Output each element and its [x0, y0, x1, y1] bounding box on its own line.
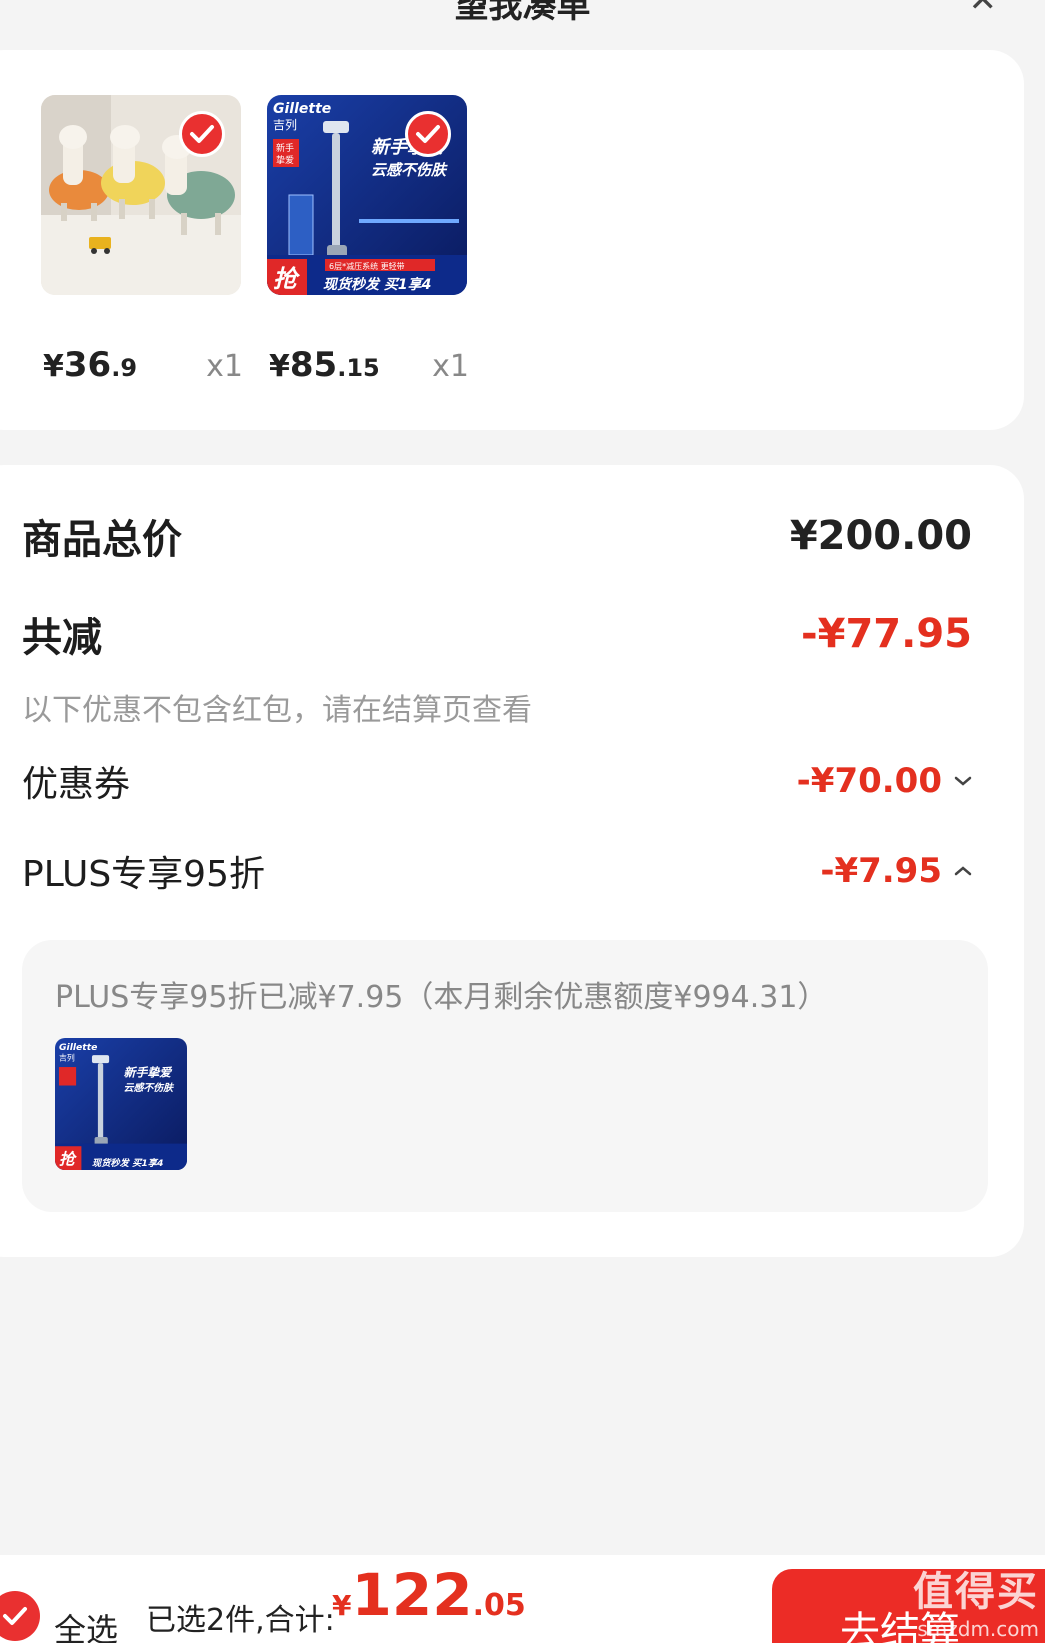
close-icon[interactable]: ✕: [969, 0, 998, 20]
product-item[interactable]: Gillette 吉列 新手 挚爱 新手挚爱 云感不伤肤 6层*减压系统 更轻带: [267, 95, 469, 385]
svg-text:6层*减压系统 更轻带: 6层*减压系统 更轻带: [329, 261, 405, 271]
plus-discount-row[interactable]: PLUS专享95折 -¥7.95: [22, 845, 972, 897]
checkmark-icon: [190, 125, 214, 143]
discount-note-row: 以下优惠不包含红包，请在结算页查看: [22, 685, 972, 729]
checkmark-icon: [416, 125, 440, 143]
product-price-row: ¥36.9 x1: [43, 345, 243, 389]
svg-text:抢: 抢: [273, 265, 301, 293]
svg-text:现货秒发 买1享4: 现货秒发 买1享4: [92, 1157, 163, 1169]
discounted-product-thumbnail[interactable]: Gillette 吉列 新手挚爱 云感不伤肤 抢 现货秒发 买1享4: [55, 1038, 187, 1170]
svg-text:Gillette: Gillette: [273, 101, 331, 117]
selected-summary-label: 已选2件,合计:: [146, 1603, 335, 1638]
price-summary-card: 商品总价 ¥200.00 共减 -¥77.95 以下优惠不包含红包，请在结算页查…: [0, 465, 1024, 1257]
plus-discount-detail: PLUS专享95折已减¥7.95（本月剩余优惠额度¥994.31） Gillet…: [22, 940, 988, 1212]
svg-text:云感不伤肤: 云感不伤肤: [371, 161, 448, 179]
product-quantity: x1: [432, 349, 469, 384]
plus-discount-value[interactable]: -¥7.95: [820, 851, 972, 891]
checkmark-icon: [3, 1607, 27, 1625]
product-thumbnail[interactable]: Gillette 吉列 新手 挚爱 新手挚爱 云感不伤肤 6层*减压系统 更轻带: [267, 95, 467, 295]
chevron-down-icon[interactable]: [954, 775, 972, 787]
plus-discount-detail-text: PLUS专享95折已减¥7.95（本月剩余优惠额度¥994.31）: [55, 980, 828, 1015]
svg-text:抢: 抢: [59, 1150, 77, 1169]
total-price-value: ¥200.00: [789, 513, 972, 559]
product-price-row: ¥85.15 x1: [269, 345, 469, 389]
plus-discount-label: PLUS专享95折: [22, 854, 265, 895]
svg-text:Gillette: Gillette: [59, 1042, 97, 1053]
svg-text:挚爱: 挚爱: [276, 154, 294, 166]
total-discount-label: 共减: [22, 615, 102, 661]
svg-text:云感不伤肤: 云感不伤肤: [124, 1082, 176, 1094]
total-price-label: 商品总价: [22, 517, 182, 563]
product-selected-check[interactable]: [179, 111, 225, 157]
checkout-bar: 全选 已选2件,合计: ¥122.05 去结算 值得买 smzdm.com: [0, 1555, 1045, 1643]
product-quantity: x1: [206, 349, 243, 384]
site-watermark: 值得买 smzdm.com: [913, 1569, 1039, 1641]
coupon-row[interactable]: 优惠券 -¥70.00: [22, 755, 972, 807]
total-discount-value: -¥77.95: [801, 611, 972, 657]
coupon-label: 优惠券: [22, 764, 131, 805]
product-selected-check[interactable]: [405, 111, 451, 157]
product-thumbnail[interactable]: [41, 95, 241, 295]
selected-products-card: ¥36.9 x1 Gillette 吉列 新手 挚爱 新手挚爱 云感不伤肤 6层…: [0, 50, 1024, 430]
gillette-razor-image: Gillette 吉列 新手挚爱 云感不伤肤 抢 现货秒发 买1享4: [55, 1038, 187, 1170]
chevron-up-icon[interactable]: [954, 865, 972, 877]
coupon-value[interactable]: -¥70.00: [797, 761, 972, 801]
svg-text:现货秒发 买1享4: 现货秒发 买1享4: [323, 276, 431, 293]
total-payable: ¥122.05: [332, 1561, 526, 1629]
product-price: ¥85.15: [269, 345, 380, 385]
total-discount-row: 共减 -¥77.95: [22, 605, 972, 663]
page-title: 望我凑单: [454, 0, 591, 26]
svg-text:吉列: 吉列: [59, 1052, 75, 1062]
select-all-label[interactable]: 全选: [54, 1605, 118, 1643]
select-all-checkbox[interactable]: [0, 1591, 40, 1641]
order-summary-page: 望我凑单 ✕ ¥36.9 x1 Gillette 吉列 新手 挚爱 新手挚爱 云…: [0, 0, 1045, 1643]
product-price: ¥36.9: [43, 345, 138, 385]
discount-note: 以下优惠不包含红包，请在结算页查看: [22, 693, 532, 728]
svg-text:新手: 新手: [276, 142, 294, 154]
svg-text:吉列: 吉列: [273, 118, 297, 132]
product-item[interactable]: ¥36.9 x1: [41, 95, 243, 385]
svg-text:新手挚爱: 新手挚爱: [124, 1065, 174, 1079]
total-price-row: 商品总价 ¥200.00: [22, 507, 972, 565]
